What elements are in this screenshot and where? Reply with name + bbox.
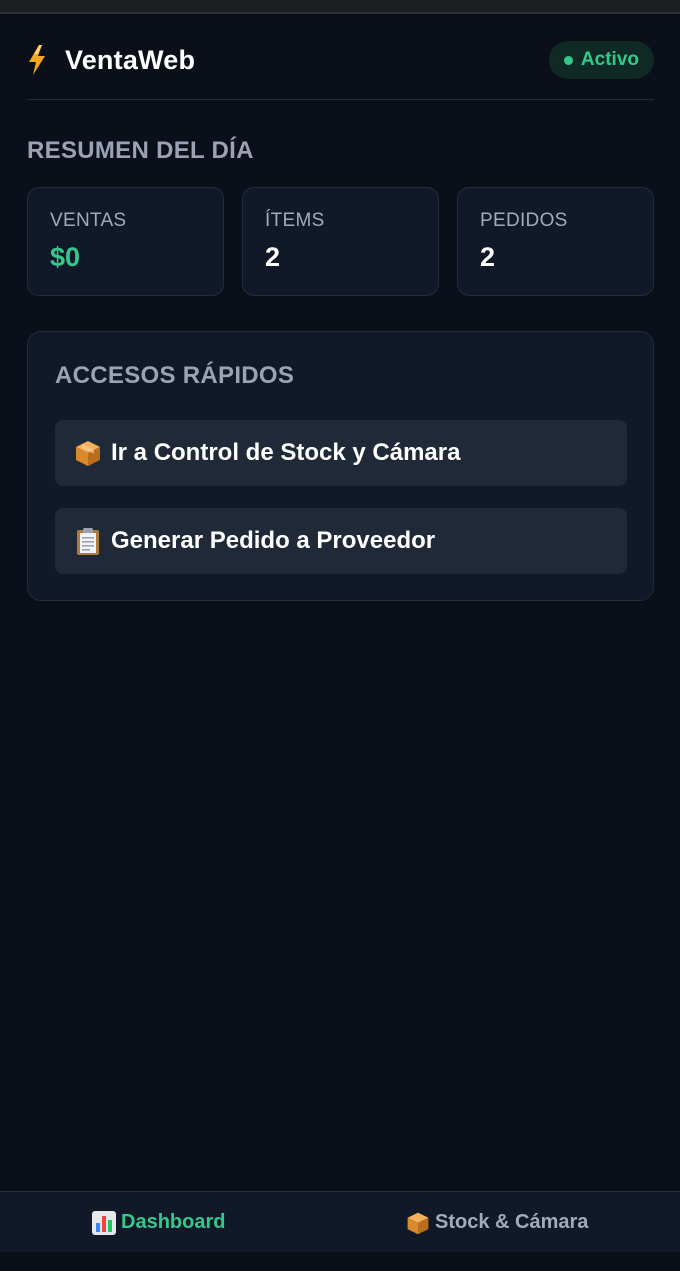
clipboard-icon [73,526,103,556]
button-label: Ir a Control de Stock y Cámara [111,439,461,466]
status-label: Activo [580,49,639,70]
stat-label: VENTAS [50,210,127,231]
tab-stock-camera[interactable]: Stock & Cámara [405,1192,588,1253]
stat-label: PEDIDOS [480,210,568,231]
stat-value: $0 [50,242,81,272]
stat-value: 2 [265,242,281,272]
status-badge: Activo [548,41,654,79]
app-header: VentaWeb Activo [27,38,654,82]
tab-label: Dashboard [121,1211,226,1233]
stat-card-ventas: VENTAS $0 [27,187,224,296]
summary-title: RESUMEN DEL DÍA [27,137,254,164]
status-dot-icon [563,55,573,65]
tab-dashboard[interactable]: Dashboard [91,1192,225,1253]
summary-stats: VENTAS $0 ÍTEMS 2 PEDIDOS 2 [27,187,654,296]
bar-chart-icon [91,1210,117,1236]
quick-access-card: ACCESOS RÁPIDOS Ir a Control de Stock y … [27,331,654,601]
go-to-stock-camera-button[interactable]: Ir a Control de Stock y Cámara [55,420,627,486]
generate-supplier-order-button[interactable]: Generar Pedido a Proveedor [55,508,627,574]
package-icon [405,1210,431,1236]
stat-value: 2 [480,242,496,272]
header-divider [27,99,654,100]
lightning-icon [27,44,47,76]
app-title: VentaWeb [65,44,196,75]
package-icon [73,438,103,468]
quick-access-title: ACCESOS RÁPIDOS [55,362,295,389]
button-label: Generar Pedido a Proveedor [111,527,436,554]
stat-label: ÍTEMS [265,210,325,231]
bottom-nav: Dashboard Stock & Cámara [0,1191,680,1252]
system-top-bar [0,0,680,14]
stat-card-items: ÍTEMS 2 [242,187,439,296]
brand: VentaWeb [27,44,195,76]
tab-label: Stock & Cámara [435,1211,589,1233]
stat-card-pedidos: PEDIDOS 2 [457,187,654,296]
